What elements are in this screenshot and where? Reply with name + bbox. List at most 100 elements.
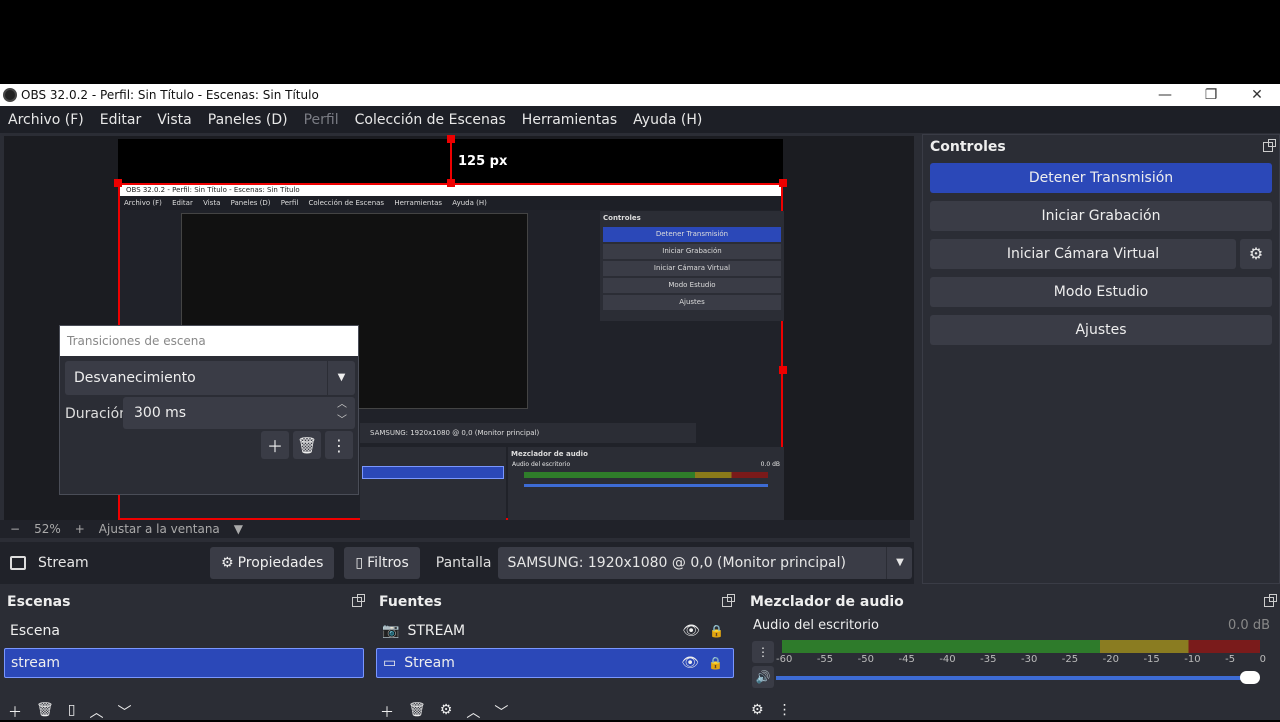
scale-tick: -30 [1020,654,1038,665]
scenes-toolbar: ＋ 🗑 ▯ ︿ ﹀ [0,702,132,721]
close-button[interactable]: ✕ [1234,84,1280,106]
mixer-channel-name: Audio del escritorio [753,618,879,633]
volume-slider[interactable] [776,676,1258,680]
menu-file[interactable]: Archivo (F) [0,112,92,128]
scale-tick: -25 [1061,654,1079,665]
add-transition-button[interactable]: ＋ [261,431,289,459]
stop-stream-button[interactable]: Detener Transmisión [930,163,1272,193]
nested-sources [360,447,506,521]
chevron-down-icon[interactable]: ▼ [327,361,355,395]
source-name: STREAM [407,623,466,639]
window-titlebar: OBS 32.0.2 - Perfil: Sin Título - Escena… [0,84,1280,106]
mixer-channel-row: Audio del escritorio 0.0 dB [743,614,1280,637]
nested-menu-item: Herramientas [394,199,443,207]
menu-docks[interactable]: Paneles (D) [200,112,296,128]
maximize-button[interactable]: ❐ [1188,84,1234,106]
nested-menu-item: Archivo (F) [124,199,162,207]
lock-icon[interactable]: 🔒 [709,616,724,646]
gear-icon[interactable]: ⚙ [1240,239,1272,269]
nested-control: Iniciar Grabación [603,244,781,259]
duration-label: Duración [65,406,129,422]
menu-help[interactable]: Ayuda (H) [625,112,710,128]
chevron-down-icon[interactable]: ﹀ [118,702,132,721]
source-toolbar: Stream ⚙ Propiedades ▯ Filtros Pantalla … [0,542,914,584]
fit-to-window[interactable]: Ajustar a la ventana [99,522,220,536]
display-select[interactable]: SAMSUNG: 1920x1080 @ 0,0 (Monitor princi… [498,547,913,579]
resize-handle[interactable] [447,135,455,143]
add-icon[interactable]: ＋ [8,702,22,721]
nested-source-row [362,466,504,479]
resize-handle[interactable] [779,366,787,374]
menu-scene-collection[interactable]: Colección de Escenas [347,112,514,128]
transitions-title: Transiciones de escena [60,326,358,356]
controls-title: Controles [930,139,1006,155]
resize-handle[interactable] [447,179,455,187]
eye-icon[interactable]: 👁 [681,648,699,678]
scene-item[interactable]: Escena [4,616,364,646]
undock-icon[interactable] [352,594,365,607]
undock-icon[interactable] [722,594,735,607]
chevron-up-icon[interactable]: ︿ [90,702,104,721]
controls-dock: Controles Detener Transmisión Iniciar Gr… [922,134,1280,584]
volume-slider-handle[interactable] [1240,671,1260,684]
gear-icon[interactable]: ⚙ [440,702,453,720]
zoom-in-button[interactable]: + [75,522,85,536]
filter-icon[interactable]: ▯ [68,702,76,720]
nested-audio-title: Mezclador de audio [511,450,588,458]
start-virtual-cam-button[interactable]: Iniciar Cámara Virtual [930,239,1236,269]
settings-button[interactable]: Ajustes [930,315,1272,345]
chevron-down-icon[interactable]: ▼ [886,547,912,579]
nested-audio-db: 0.0 dB [760,461,780,468]
menu-edit[interactable]: Editar [92,112,149,128]
nested-menu-item: Vista [203,199,221,207]
advanced-audio-icon[interactable]: ⚙ [751,702,764,720]
menu-profile[interactable]: Perfil [296,112,347,128]
transition-select[interactable]: Desvanecimiento ▼ [65,361,355,395]
monitor-icon: ▭ [383,655,397,671]
remove-transition-button[interactable]: 🗑 [293,431,321,459]
transition-menu-button[interactable]: ⋮ [325,431,353,459]
mixer-menu-icon[interactable]: ⋮ [778,702,792,720]
scale-tick: -15 [1143,654,1160,665]
mixer-toolbar: ⚙ ⋮ [743,702,792,720]
menu-tools[interactable]: Herramientas [514,112,625,128]
zoom-bar: − 52% + Ajustar a la ventana ▼ [0,520,910,538]
speaker-icon[interactable]: 🔊 [752,666,774,688]
filters-button[interactable]: ▯ Filtros [344,547,420,579]
menu-view[interactable]: Vista [149,112,200,128]
chevron-up-icon[interactable]: ︿ [466,702,480,721]
add-icon[interactable]: ＋ [380,702,394,721]
virtual-cam-row: Iniciar Cámara Virtual ⚙ [930,239,1272,269]
monitor-icon [10,556,26,570]
properties-button[interactable]: ⚙ Propiedades [210,547,335,579]
scene-item[interactable]: stream [4,648,364,678]
studio-mode-button[interactable]: Modo Estudio [930,277,1272,307]
duration-input[interactable]: 300 ms ︿ ﹀ [123,397,355,429]
duration-stepper[interactable]: ︿ ﹀ [329,397,355,429]
controls-header: Controles [923,135,1279,159]
resize-handle[interactable] [779,179,787,187]
mixer-title: Mezclador de audio [750,594,904,610]
lock-icon[interactable]: 🔒 [708,648,723,678]
trash-icon[interactable]: 🗑 [36,702,54,720]
selected-source: Stream [10,555,210,571]
audio-scale: -60 -55 -50 -45 -40 -35 -30 -25 -20 -15 … [776,654,1266,668]
undock-icon[interactable] [1264,594,1277,607]
channel-menu-button[interactable]: ⋮ [752,641,774,663]
nested-control: Modo Estudio [603,278,781,293]
trash-icon[interactable]: 🗑 [408,702,426,720]
window-title: OBS 32.0.2 - Perfil: Sin Título - Escena… [21,88,319,102]
scenes-dock: Escenas Escena stream ＋ 🗑 ▯ ︿ ﹀ [0,590,368,721]
source-item[interactable]: 📷 STREAM 👁 🔒 [376,616,734,646]
minimize-button[interactable]: — [1142,84,1188,106]
start-recording-button[interactable]: Iniciar Grabación [930,201,1272,231]
eye-icon[interactable]: 👁 [682,616,700,646]
camera-icon: 📷 [382,623,400,639]
scale-tick: -60 [776,654,793,665]
resize-handle[interactable] [114,179,122,187]
chevron-down-icon[interactable]: ▼ [234,522,243,536]
undock-icon[interactable] [1263,139,1276,152]
source-item[interactable]: ▭ Stream 👁 🔒 [376,648,734,678]
zoom-out-button[interactable]: − [10,522,20,536]
chevron-down-icon[interactable]: ﹀ [494,702,508,721]
